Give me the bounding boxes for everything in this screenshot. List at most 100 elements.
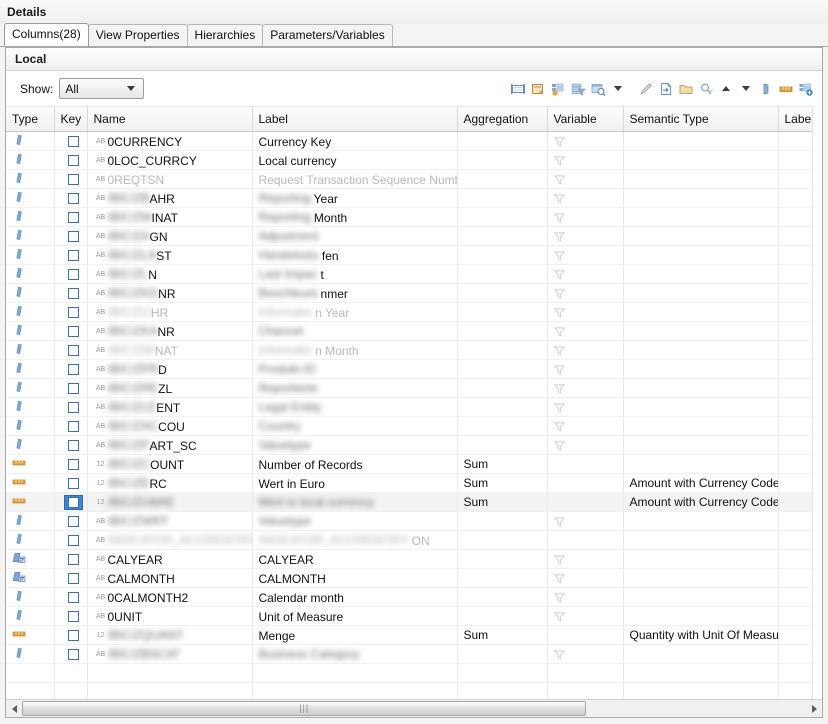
key-checkbox-cell[interactable]	[54, 131, 88, 151]
column-label-cell[interactable]: Channel	[252, 321, 458, 341]
column-name-cell[interactable]: AB/BIC/ZKDNR	[87, 283, 253, 303]
table-row[interactable]: 12/BIC/ZQUANT Menge Sum Quantity with Unit …	[6, 625, 822, 645]
semantic-type-cell[interactable]: Quantity with Unit Of Measure	[623, 625, 779, 645]
table-row[interactable]: ABINDICATOR_ACCREDITATIONINDICATOR_ACCRE…	[6, 530, 822, 550]
key-checkbox-cell[interactable]	[54, 397, 88, 417]
column-name-cell[interactable]: AB/BIC/ZIJHR	[87, 302, 253, 322]
column-name-cell[interactable]: AB 0REQTSN	[87, 169, 253, 189]
key-checkbox-cell[interactable]	[54, 150, 88, 170]
column-name-cell[interactable]: AB/BIC/ZLEENT	[87, 397, 253, 417]
key-checkbox[interactable]	[68, 459, 79, 471]
semantic-type-cell[interactable]	[623, 226, 779, 246]
key-checkbox[interactable]	[68, 402, 79, 414]
table-row[interactable]: AB 0CURRENCY Currency Key	[6, 131, 822, 151]
semantic-type-cell[interactable]	[623, 264, 779, 284]
column-header-semantic[interactable]: Semantic Type	[623, 106, 779, 132]
variable-cell[interactable]	[547, 226, 624, 246]
aggregation-cell[interactable]: Sum	[457, 473, 548, 493]
semantic-type-cell[interactable]	[623, 378, 779, 398]
search-columns-icon[interactable]	[589, 80, 607, 98]
variable-cell[interactable]	[547, 169, 624, 189]
key-checkbox-cell[interactable]	[54, 568, 88, 588]
tab-parameters-variables[interactable]: Parameters/Variables	[262, 24, 393, 46]
scrollbar-thumb[interactable]: |||	[22, 700, 587, 716]
aggregation-cell[interactable]	[457, 321, 548, 341]
table-row[interactable]: AB/BIC/ZPRD Produkt-ID	[6, 359, 822, 379]
table-row-empty[interactable]	[6, 663, 822, 683]
columns-table-container[interactable]: Type Key Name Label Aggregation Variable Seman…	[6, 106, 822, 699]
aggregation-cell[interactable]	[457, 359, 548, 379]
column-label-cell[interactable]: Menge	[252, 625, 458, 645]
variable-cell[interactable]	[547, 188, 624, 208]
aggregation-cell[interactable]	[457, 435, 548, 455]
column-label-cell[interactable]: Informatio n Month	[252, 340, 458, 360]
column-header-keycol[interactable]: Key	[54, 106, 88, 132]
variable-cell[interactable]	[547, 587, 624, 607]
semantic-type-cell[interactable]	[623, 283, 779, 303]
column-name-cell[interactable]: AB 0CALMONTH2	[87, 587, 253, 607]
key-checkbox[interactable]	[68, 231, 79, 243]
column-header-agg[interactable]: Aggregation	[457, 106, 548, 132]
aggregation-cell[interactable]	[457, 226, 548, 246]
key-checkbox-cell[interactable]	[54, 625, 88, 645]
table-row[interactable]: AB/BIC/ZPART_SC Valuetype	[6, 435, 822, 455]
semantic-type-cell[interactable]	[623, 606, 779, 626]
variable-cell[interactable]	[547, 473, 624, 493]
column-label-cell[interactable]: Wert in local currency	[252, 492, 458, 512]
tab-columns-28[interactable]: Columns(28)	[4, 23, 89, 46]
key-checkbox-cell[interactable]	[54, 606, 88, 626]
column-properties-icon[interactable]	[549, 80, 567, 98]
table-row[interactable]: AB/BIC/ZAGN Adjustment	[6, 226, 822, 246]
key-checkbox[interactable]	[68, 193, 79, 205]
table-row[interactable]: AB/BIC/ZBSCAT Business Category	[6, 644, 822, 664]
key-checkbox-cell[interactable]	[54, 359, 88, 379]
key-checkbox[interactable]	[68, 630, 79, 642]
table-row[interactable]: AB/BIC/ZKDNR Beschleuni nmer	[6, 283, 822, 303]
variable-cell[interactable]	[547, 264, 624, 284]
column-name-cell[interactable]: AB CALYEAR	[87, 549, 253, 569]
aggregation-cell[interactable]	[457, 549, 548, 569]
variable-cell[interactable]	[547, 378, 624, 398]
variable-cell[interactable]	[547, 625, 624, 645]
table-row[interactable]: 12/BIC/ZERC Wert in Euro Sum Amount with Cu…	[6, 473, 822, 493]
table-row[interactable]: AB 0UNIT Unit of Measure	[6, 606, 822, 626]
column-label-cell[interactable]: Reporting Year	[252, 188, 458, 208]
measure-icon[interactable]	[777, 80, 795, 98]
table-row[interactable]: AB/BIC/ZLEENT Legal Entity	[6, 397, 822, 417]
aggregation-cell[interactable]: Sum	[457, 625, 548, 645]
key-checkbox-cell[interactable]	[54, 454, 88, 474]
table-row[interactable]: AB/BIC/ZLAST Handelsstu fen	[6, 245, 822, 265]
column-header-type[interactable]: Type	[6, 106, 55, 132]
column-label-cell[interactable]: CALYEAR	[252, 549, 458, 569]
semantic-type-cell[interactable]	[623, 587, 779, 607]
column-name-cell[interactable]: AB/BIC/ZLN	[87, 264, 253, 284]
move-down-icon[interactable]	[737, 80, 755, 98]
variable-cell[interactable]	[547, 321, 624, 341]
column-header-label[interactable]: Label	[252, 106, 458, 132]
key-checkbox[interactable]	[68, 212, 79, 224]
key-checkbox[interactable]	[68, 478, 79, 490]
dropdown-caret-icon[interactable]	[609, 80, 627, 98]
table-row[interactable]: AB/BIC/ZIMNAT Informatio n Month	[6, 340, 822, 360]
column-name-cell[interactable]: AB 0UNIT	[87, 606, 253, 626]
key-checkbox-cell[interactable]	[54, 492, 88, 512]
key-checkbox-cell[interactable]	[54, 530, 88, 550]
column-name-cell[interactable]: 12/BIC/ZLWAE	[87, 492, 253, 512]
column-label-cell[interactable]: Business Category	[252, 644, 458, 664]
variable-cell[interactable]	[547, 568, 624, 588]
key-checkbox-cell[interactable]	[54, 283, 88, 303]
table-row-empty[interactable]	[6, 682, 822, 699]
key-checkbox-cell[interactable]	[54, 245, 88, 265]
mask-icon[interactable]	[757, 80, 775, 98]
semantic-type-cell[interactable]	[623, 321, 779, 341]
key-checkbox-cell[interactable]	[54, 511, 88, 531]
note-icon[interactable]	[529, 80, 547, 98]
tab-hierarchies[interactable]: Hierarchies	[186, 24, 264, 46]
column-label-cell[interactable]: Produkt-ID	[252, 359, 458, 379]
key-checkbox[interactable]	[68, 307, 79, 319]
aggregation-cell[interactable]: Sum	[457, 492, 548, 512]
column-name-cell[interactable]: 12/BIC/ZCOUNT	[87, 454, 253, 474]
key-checkbox[interactable]	[68, 496, 79, 508]
semantic-type-cell[interactable]	[623, 340, 779, 360]
key-checkbox-cell[interactable]	[54, 473, 88, 493]
